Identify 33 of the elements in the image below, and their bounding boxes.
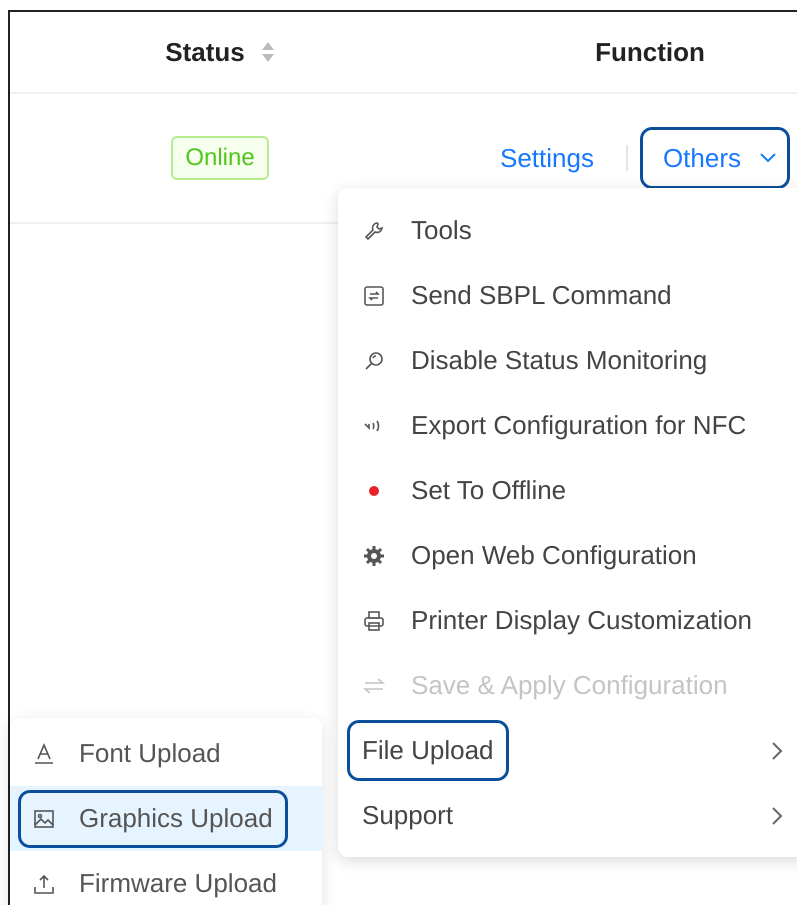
printer-icon [363,610,385,632]
column-header: Function [595,36,705,68]
sort-icon[interactable] [260,40,275,64]
menu-item[interactable]: Tools [338,198,797,263]
menu-item[interactable]: File Upload [338,718,797,783]
menu-item[interactable]: Export Configuration for NFC [338,393,797,458]
menu-item[interactable]: Set To Offline [338,458,797,523]
gear-icon [363,544,385,566]
settings-link[interactable]: Settings [500,142,594,174]
menu-item[interactable]: Support [338,783,797,848]
image-icon [33,808,55,830]
upload-icon [33,872,55,894]
menu-item[interactable]: Send SBPL Command [338,263,797,328]
submenu-label: Firmware Upload [79,868,277,899]
submenu-label: Font Upload [79,738,221,769]
column-header[interactable]: Status [165,36,275,68]
status-dot-icon [368,484,380,496]
submenu-item[interactable]: Font Upload [10,721,322,786]
submenu-item[interactable]: Graphics Upload [10,786,322,851]
submenu-label: Graphics Upload [79,803,273,834]
wrench-icon [363,220,385,242]
menu-item[interactable]: Disable Status Monitoring [338,328,797,393]
command-icon [363,284,385,306]
chevron-right-icon [771,806,783,826]
search-icon [363,350,385,372]
chevron-right-icon [771,740,783,760]
menu-item[interactable]: Open Web Configuration [338,523,797,588]
menu-item[interactable]: Printer Display Customization [338,588,797,653]
submenu-item[interactable]: Firmware Upload [10,851,322,905]
status-tag: Online [171,136,269,180]
font-icon [33,742,55,764]
others-dropdown-button[interactable]: Others [640,127,790,189]
caret-icon [758,152,777,164]
